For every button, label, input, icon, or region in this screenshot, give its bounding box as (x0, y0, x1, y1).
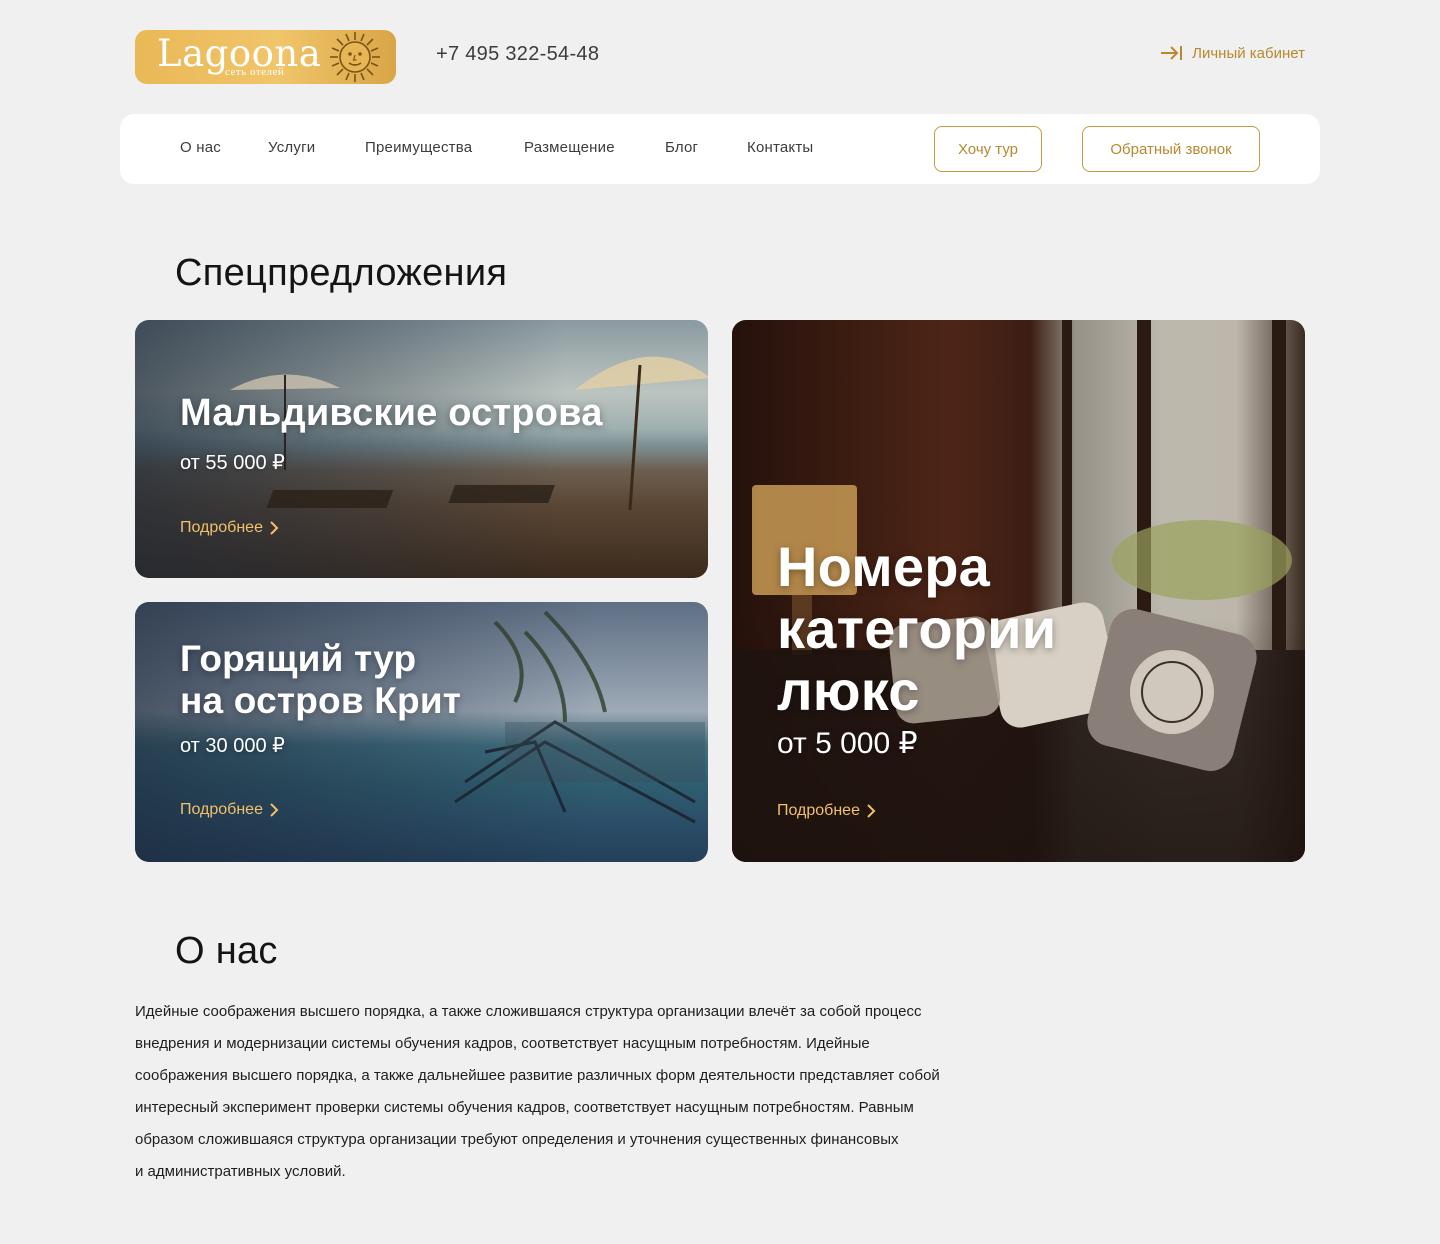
login-arrow-icon (1161, 46, 1183, 60)
offer-card-crete[interactable]: Горящий тур на остров Крит от 30 000 ₽ П… (135, 602, 708, 862)
offer-card-lux-rooms[interactable]: Номера категории люкс от 5 000 ₽ Подробн… (732, 320, 1305, 862)
card-title-lux-line3: люкс (777, 659, 920, 722)
card-title-lux-line2: категории (777, 597, 1057, 660)
card-title-crete-line2: на остров Крит (180, 680, 462, 721)
about-title: О нас (175, 930, 278, 972)
nav-item-contacts[interactable]: Контакты (747, 139, 813, 156)
more-link-crete[interactable]: Подробнее (180, 801, 279, 819)
more-link-label: Подробнее (180, 801, 263, 818)
card-price-crete: от 30 000 ₽ (180, 735, 285, 757)
about-line: интересный эксперимент проверки системы … (135, 1099, 914, 1116)
nav-item-about[interactable]: О нас (180, 139, 221, 156)
about-line: и административных условий. (135, 1163, 346, 1180)
nav-item-advantages[interactable]: Преимущества (365, 139, 472, 156)
personal-account-label: Личный кабинет (1192, 44, 1305, 62)
offers-title: Спецпредложения (175, 252, 508, 294)
more-link-lux[interactable]: Подробнее (777, 802, 876, 820)
sun-emblem-icon (330, 32, 380, 82)
card-title-maldives: Мальдивские острова (180, 392, 603, 434)
nav-item-services[interactable]: Услуги (268, 139, 315, 156)
offer-card-maldives[interactable]: Мальдивские острова от 55 000 ₽ Подробне… (135, 320, 708, 578)
main-nav: О нас Услуги Преимущества Размещение Бло… (120, 114, 1320, 184)
nav-item-blog[interactable]: Блог (665, 139, 698, 156)
card-price-maldives: от 55 000 ₽ (180, 452, 285, 474)
about-line: образом сложившаяся структура организаци… (135, 1131, 899, 1148)
card-title-lux: Номера категории люкс (777, 536, 1056, 722)
beach-umbrella-image (230, 356, 708, 511)
chevron-right-icon (867, 804, 876, 818)
callback-button[interactable]: Обратный звонок (1082, 126, 1260, 172)
about-line: внедрения и модернизации системы обучени… (135, 1035, 870, 1052)
card-price-lux: от 5 000 ₽ (777, 727, 918, 760)
card-title-crete: Горящий тур на остров Крит (180, 638, 461, 722)
about-line: Идейные соображения высшего порядка, а т… (135, 1003, 922, 1020)
phone-number[interactable]: +7 495 322-54-48 (436, 43, 599, 66)
more-link-maldives[interactable]: Подробнее (180, 519, 279, 537)
about-paragraph: Идейные соображения высшего порядка, а т… (135, 996, 1035, 1188)
chevron-right-icon (270, 521, 279, 535)
about-line: соображения высшего порядка, а также дал… (135, 1067, 940, 1084)
logo-subtitle: сеть отелей (225, 66, 285, 78)
chevron-right-icon (270, 803, 279, 817)
more-link-label: Подробнее (777, 802, 860, 819)
card-title-crete-line1: Горящий тур (180, 638, 417, 679)
nav-item-accommodation[interactable]: Размещение (524, 139, 615, 156)
more-link-label: Подробнее (180, 519, 263, 536)
want-tour-button[interactable]: Хочу тур (934, 126, 1042, 172)
card-title-lux-line1: Номера (777, 535, 991, 598)
personal-account-link[interactable]: Личный кабинет (1160, 44, 1305, 62)
